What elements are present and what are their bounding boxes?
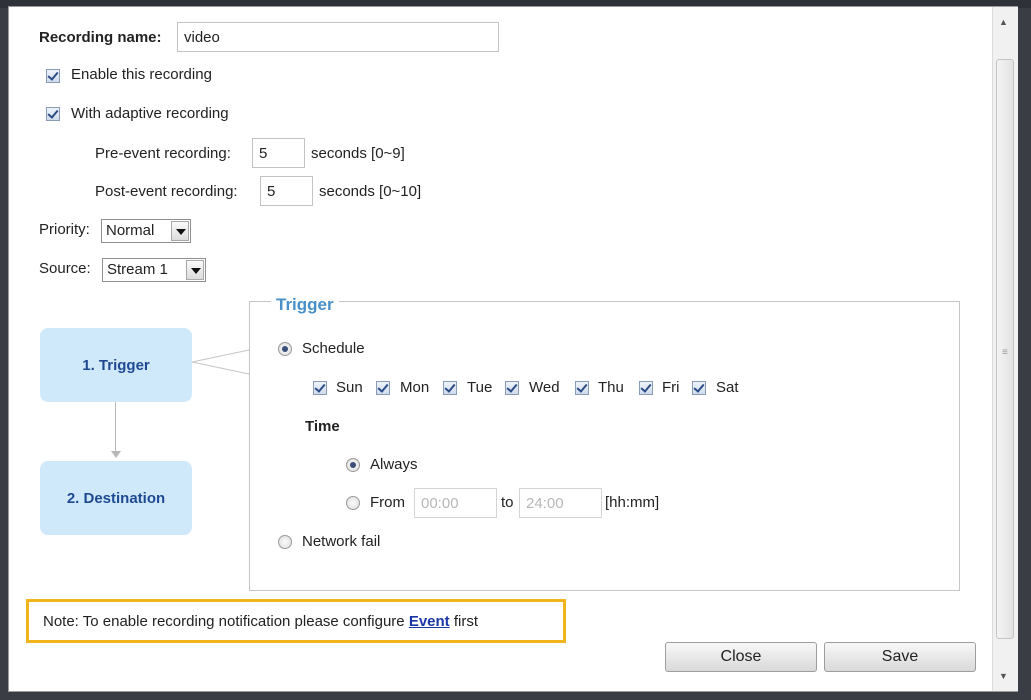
day-sun-label: Sun bbox=[336, 379, 363, 396]
adaptive-recording-label: With adaptive recording bbox=[71, 105, 229, 122]
recording-settings-dialog: Recording name: Enable this recording Wi… bbox=[8, 6, 1018, 692]
day-mon-label: Mon bbox=[400, 379, 430, 396]
schedule-radio[interactable] bbox=[278, 342, 292, 356]
enable-recording-label: Enable this recording bbox=[71, 66, 212, 83]
note-text: Note: To enable recording notification p… bbox=[43, 612, 405, 630]
scroll-down-icon[interactable]: ▼ bbox=[999, 671, 1008, 681]
step-trigger-label: 1. Trigger bbox=[82, 356, 150, 374]
day-mon-checkbox[interactable] bbox=[376, 381, 390, 395]
step-trigger[interactable]: 1. Trigger bbox=[40, 328, 192, 402]
always-label: Always bbox=[370, 456, 418, 473]
dropdown-arrow-icon bbox=[186, 260, 204, 280]
post-event-label: Post-event recording: bbox=[95, 183, 238, 200]
pre-event-label: Pre-event recording: bbox=[95, 145, 231, 162]
day-thu-checkbox[interactable] bbox=[575, 381, 589, 395]
pre-event-unit: seconds [0~9] bbox=[311, 145, 405, 162]
callout-pointer bbox=[192, 349, 251, 375]
day-fri-label: Fri bbox=[662, 379, 680, 396]
step-connector-line bbox=[115, 402, 116, 454]
source-value: Stream 1 bbox=[107, 261, 168, 278]
step-connector-arrow-icon bbox=[111, 451, 121, 458]
always-radio[interactable] bbox=[346, 458, 360, 472]
priority-value: Normal bbox=[106, 222, 155, 239]
recording-name-label: Recording name: bbox=[39, 29, 162, 46]
close-button-label: Close bbox=[720, 648, 762, 665]
day-tue-checkbox[interactable] bbox=[443, 381, 457, 395]
network-fail-radio[interactable] bbox=[278, 535, 292, 549]
scroll-up-icon[interactable]: ▲ bbox=[999, 17, 1008, 27]
post-event-input[interactable] bbox=[260, 176, 313, 206]
to-time-input[interactable] bbox=[519, 488, 602, 518]
day-sat-checkbox[interactable] bbox=[692, 381, 706, 395]
source-select[interactable]: Stream 1 bbox=[102, 258, 206, 282]
close-button[interactable]: Close bbox=[665, 642, 817, 672]
event-link[interactable]: Event bbox=[409, 613, 450, 630]
time-heading: Time bbox=[305, 418, 340, 435]
from-radio[interactable] bbox=[346, 496, 360, 510]
scrollbar-thumb[interactable]: ≡ bbox=[996, 59, 1014, 639]
dropdown-arrow-icon bbox=[171, 221, 189, 241]
source-label: Source: bbox=[39, 260, 91, 277]
save-button[interactable]: Save bbox=[824, 642, 976, 672]
network-fail-label: Network fail bbox=[302, 533, 381, 550]
trigger-legend: Trigger bbox=[271, 295, 339, 315]
adaptive-recording-checkbox[interactable] bbox=[46, 107, 60, 121]
day-sat-label: Sat bbox=[716, 379, 739, 396]
to-label: to bbox=[501, 494, 514, 511]
schedule-label: Schedule bbox=[302, 340, 365, 357]
day-wed-label: Wed bbox=[529, 379, 560, 396]
step-destination-label: 2. Destination bbox=[66, 489, 166, 507]
recording-name-input[interactable] bbox=[177, 22, 499, 52]
pre-event-input[interactable] bbox=[252, 138, 305, 168]
notification-note: Note: To enable recording notification p… bbox=[26, 599, 566, 643]
post-event-unit: seconds [0~10] bbox=[319, 183, 422, 200]
day-tue-label: Tue bbox=[467, 379, 493, 396]
save-button-label: Save bbox=[881, 648, 919, 665]
day-fri-checkbox[interactable] bbox=[639, 381, 653, 395]
grip-icon: ≡ bbox=[1002, 347, 1008, 358]
from-label: From bbox=[370, 494, 405, 511]
day-thu-label: Thu bbox=[598, 379, 624, 396]
from-time-input[interactable] bbox=[414, 488, 497, 518]
priority-label: Priority: bbox=[39, 221, 90, 238]
time-format-hint: [hh:mm] bbox=[605, 494, 660, 511]
step-destination[interactable]: 2. Destination bbox=[40, 461, 192, 535]
vertical-scrollbar[interactable]: ▲ ≡ ▼ bbox=[992, 7, 1018, 691]
note-suffix: first bbox=[453, 612, 479, 630]
enable-recording-checkbox[interactable] bbox=[46, 69, 60, 83]
priority-select[interactable]: Normal bbox=[101, 219, 191, 243]
day-sun-checkbox[interactable] bbox=[313, 381, 327, 395]
day-wed-checkbox[interactable] bbox=[505, 381, 519, 395]
